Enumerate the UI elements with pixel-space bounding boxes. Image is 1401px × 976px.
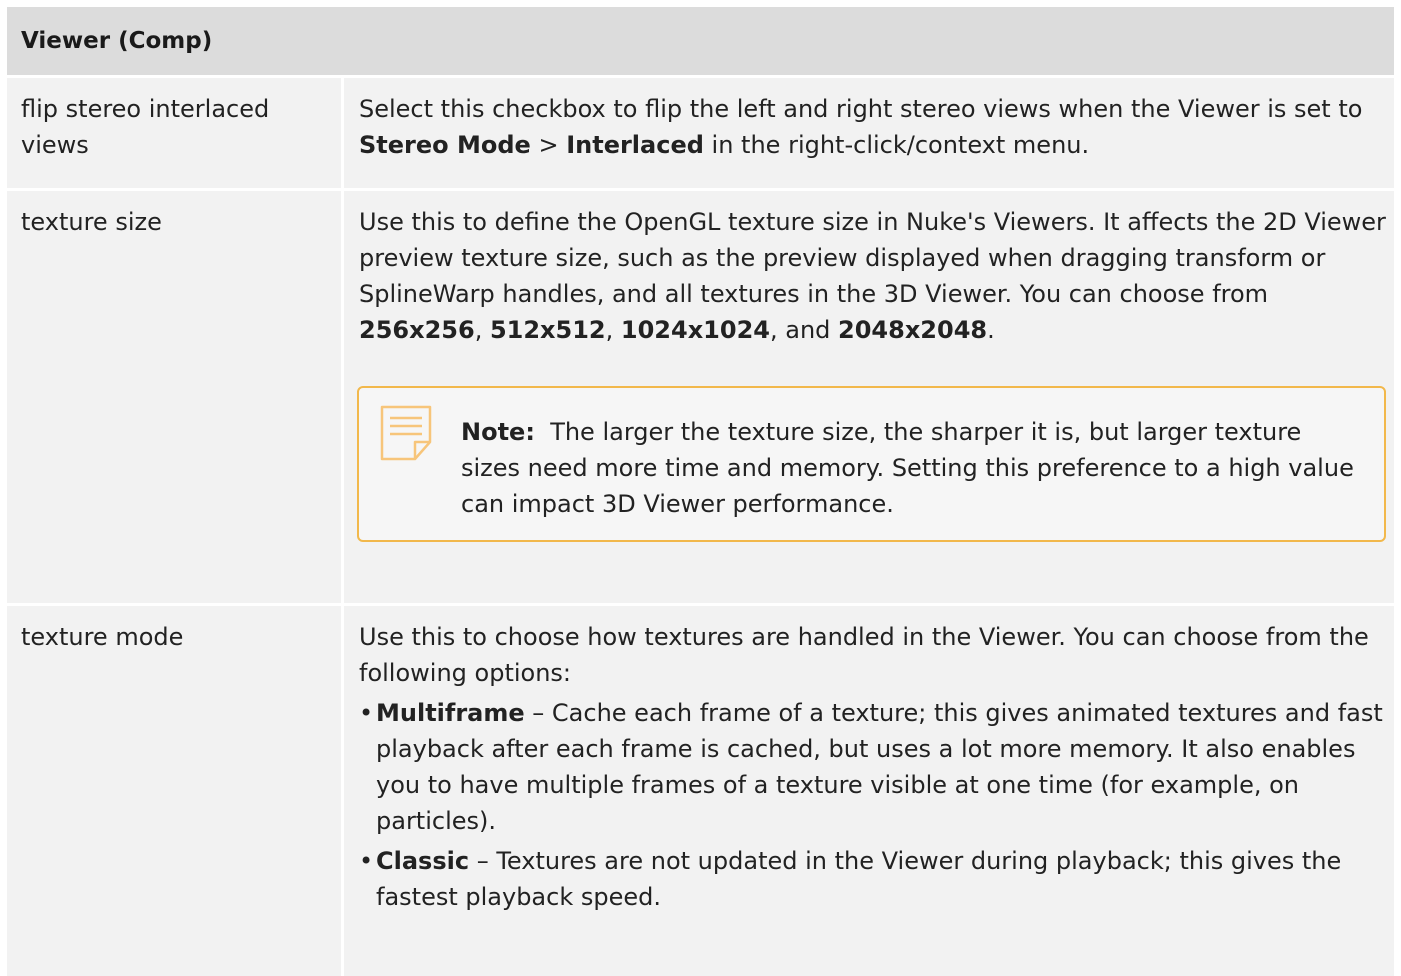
setting-description: Use this to choose how textures are hand… (344, 606, 1394, 976)
setting-description: Select this checkbox to flip the left an… (359, 95, 1363, 159)
setting-name: texture size (7, 191, 344, 603)
note-label: Note: (461, 418, 535, 446)
options-list: • Multiframe – Cache each frame of a tex… (359, 695, 1386, 915)
menu-term-interlaced: Interlaced (566, 131, 704, 159)
option-text: – Cache each frame of a texture; this gi… (376, 699, 1383, 835)
option-1024: 1024x1024 (620, 316, 770, 344)
section-title: Viewer (Comp) (21, 28, 213, 54)
intro-text: Use this to choose how textures are hand… (359, 623, 1369, 687)
note-body: The larger the texture size, the sharper… (461, 418, 1354, 518)
table-header: Viewer (Comp) (7, 7, 1394, 75)
option-256: 256x256 (359, 316, 475, 344)
option-name: Multiframe (376, 699, 525, 727)
setting-name: flip stereo interlaced views (7, 78, 344, 188)
list-item-multiframe: • Multiframe – Cache each frame of a tex… (359, 695, 1386, 839)
note-box: Note: The larger the texture size, the s… (357, 386, 1386, 542)
bullet: • (359, 847, 374, 875)
preferences-table: Viewer (Comp) flip stereo interlaced vie… (7, 7, 1394, 976)
option-512: 512x512 (489, 316, 606, 344)
option-text: – Textures are not updated in the Viewer… (376, 847, 1342, 911)
list-item-classic: • Classic – Textures are not updated in … (359, 843, 1386, 915)
table-row-texture-size: texture size Use this to define the Open… (7, 188, 1394, 603)
table-row-flip-stereo: flip stereo interlaced views Select this… (7, 75, 1394, 188)
option-name: Classic (376, 847, 470, 875)
table-row-texture-mode: texture mode Use this to choose how text… (7, 603, 1394, 976)
option-2048: 2048x2048 (838, 316, 988, 344)
note-icon (377, 404, 437, 522)
setting-description: Use this to define the OpenGL texture si… (344, 191, 1394, 603)
bullet: • (359, 699, 374, 727)
setting-name: texture mode (7, 606, 344, 976)
menu-term-stereo-mode: Stereo Mode (359, 131, 531, 159)
note-text: Note: The larger the texture size, the s… (437, 404, 1366, 522)
